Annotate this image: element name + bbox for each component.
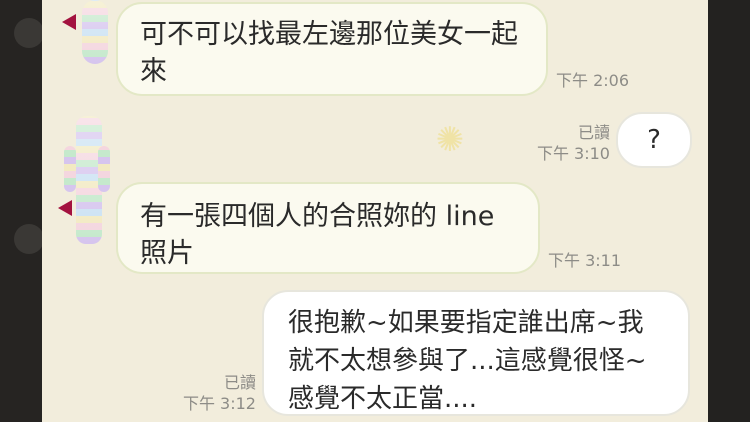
message-time: 下午 3:10 [536, 144, 610, 163]
message-text: 很抱歉~如果要指定誰出席~我就不太想參與了...這感覺很怪~感覺不太正當.... [288, 308, 647, 414]
outgoing-message-bubble[interactable]: ? [616, 112, 692, 168]
message-time: 下午 3:11 [548, 251, 622, 270]
message-time: 下午 2:06 [556, 71, 630, 90]
left-dark-strip [0, 0, 44, 422]
avatar-ribbon-icon [62, 14, 76, 30]
read-receipt-meta: 已讀 下午 3:10 [522, 122, 610, 164]
incoming-message-bubble[interactable]: 可不可以找最左邊那位美女一起來 [116, 2, 548, 96]
read-status: 已讀 [577, 123, 610, 142]
message-time: 下午 3:12 [182, 394, 256, 413]
avatar-detail [98, 146, 110, 192]
avatar-ribbon-icon [58, 200, 72, 216]
sender-avatar[interactable] [64, 116, 110, 244]
message-text: 可不可以找最左邊那位美女一起來 [140, 19, 518, 87]
blurred-avatar [14, 224, 44, 254]
right-dark-strip [708, 0, 750, 422]
read-status: 已讀 [223, 373, 256, 392]
message-text: ? [647, 125, 661, 155]
outgoing-message-bubble[interactable]: 很抱歉~如果要指定誰出席~我就不太想參與了...這感覺很怪~感覺不太正當.... [262, 290, 690, 416]
incoming-message-bubble[interactable]: 有一張四個人的合照妳的 line 照片 [116, 182, 540, 274]
blurred-avatar [14, 18, 44, 48]
avatar-detail [64, 146, 76, 192]
message-text: 有一張四個人的合照妳的 line 照片 [140, 201, 495, 269]
sparkle-sticker-icon: ✺ [435, 120, 465, 160]
read-receipt-meta: 已讀 下午 3:12 [168, 372, 256, 414]
sender-avatar[interactable] [82, 0, 108, 64]
